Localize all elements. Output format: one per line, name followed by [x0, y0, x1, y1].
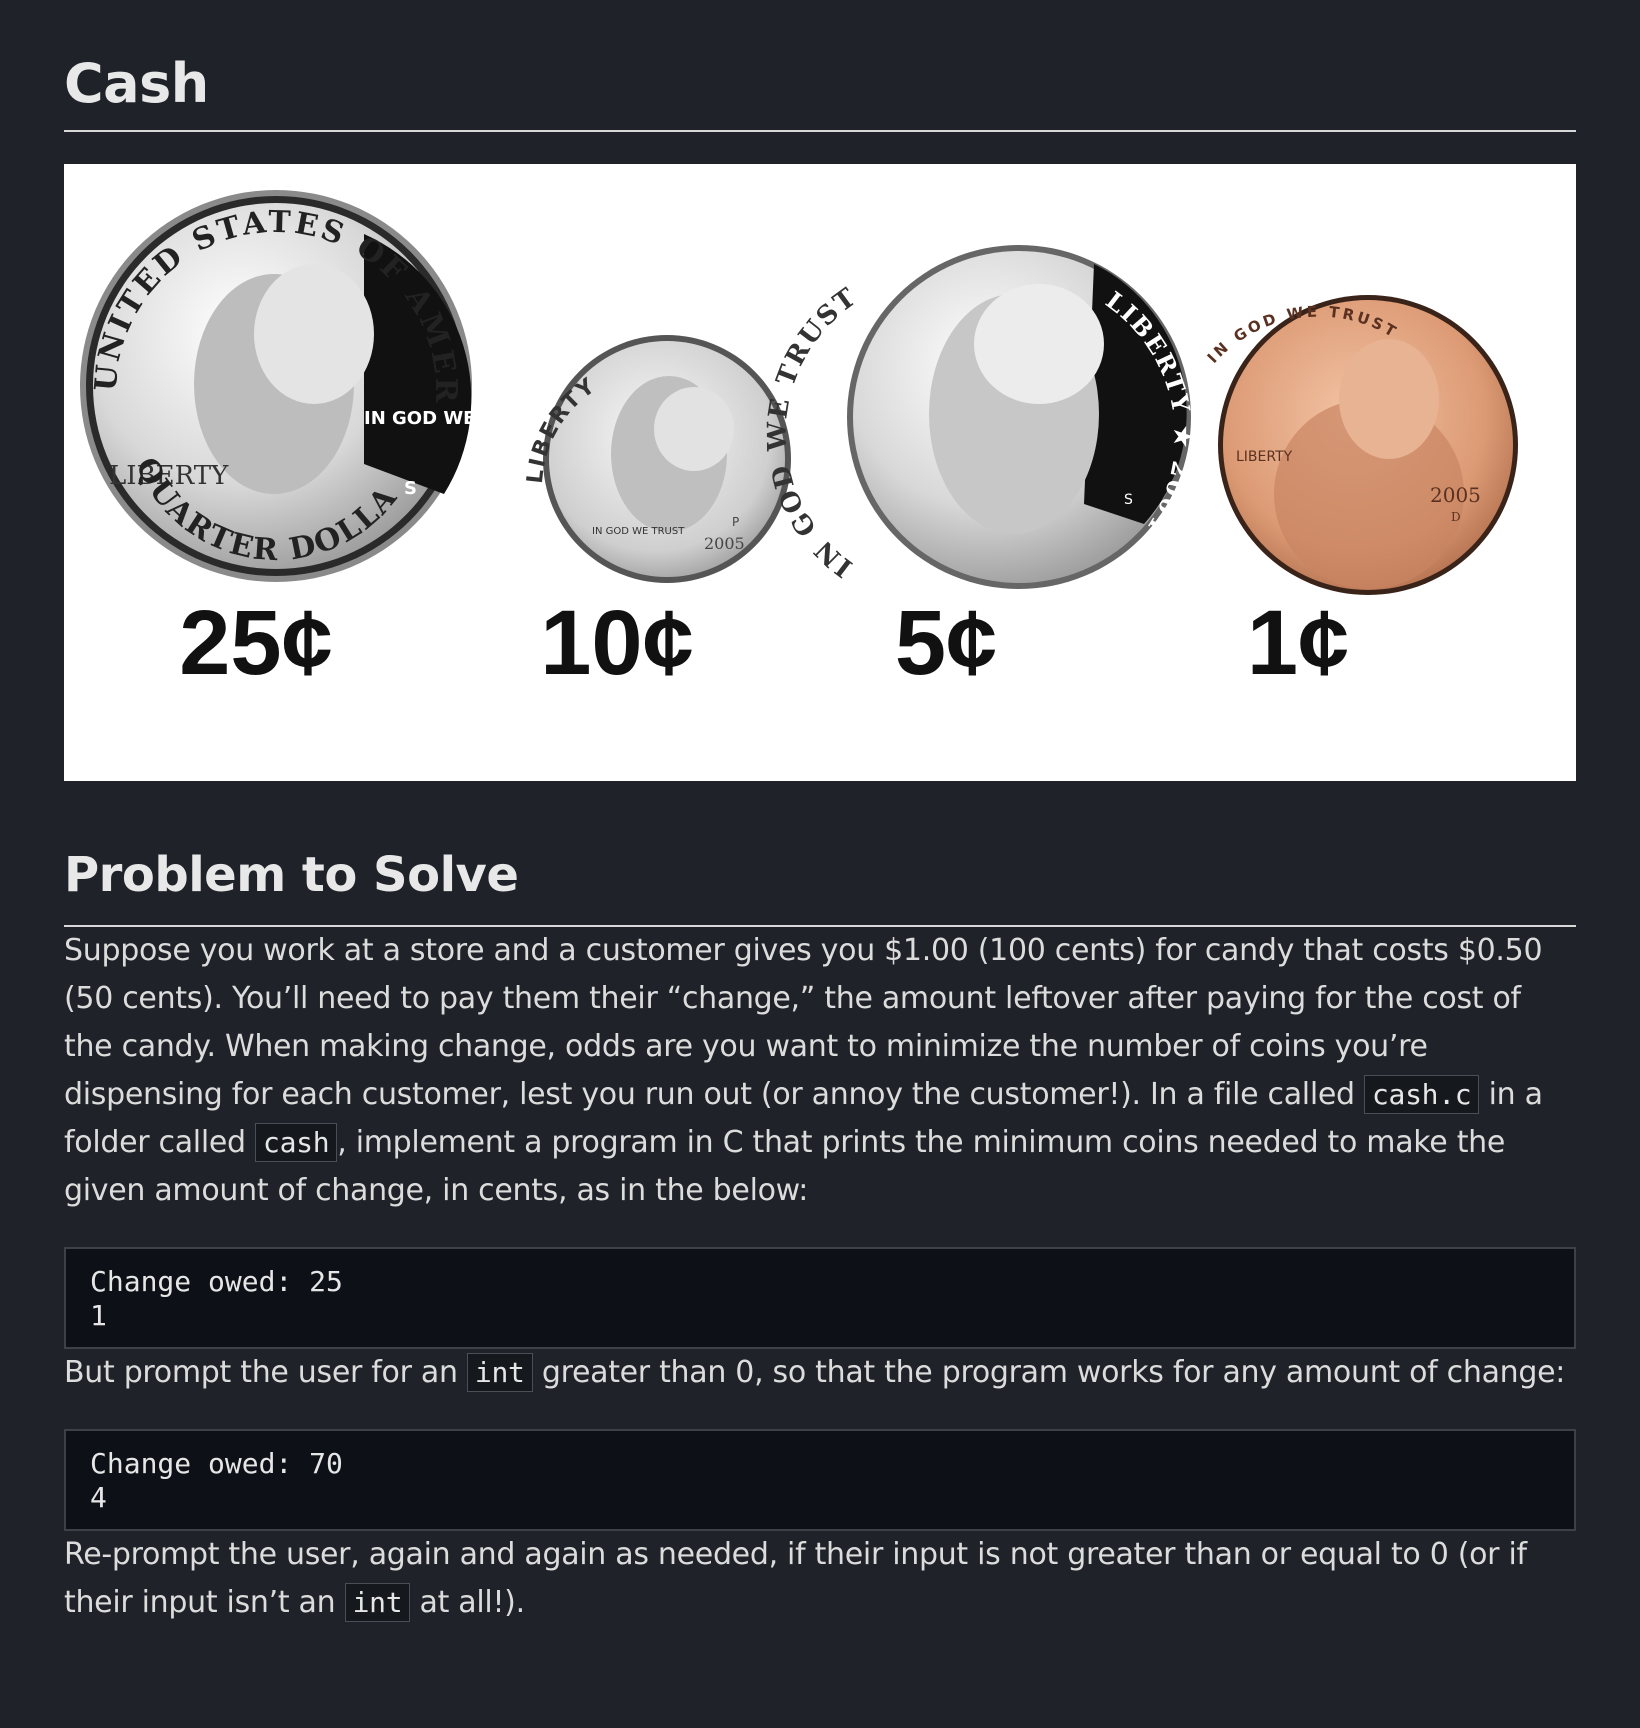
- inline-code-folder: cash: [255, 1123, 338, 1162]
- penny-liberty: LIBERTY: [1236, 449, 1293, 465]
- quarter-coin: UNITED STATES OF AMERICA LIBERTY IN GOD …: [64, 164, 548, 582]
- example-output-2: Change owed: 70 4: [64, 1429, 1576, 1531]
- section-title: Problem to Solve: [64, 847, 519, 903]
- page-container: Cash UNITED STATES OF AMER LIBERTY IN GO…: [0, 0, 1640, 1627]
- paragraph-text: Re-prompt the user, again and again as n…: [64, 1537, 1527, 1620]
- example-line: Change owed: 70: [90, 1447, 343, 1480]
- example-output-1: Change owed: 25 1: [64, 1247, 1576, 1349]
- paragraph-text: at all!).: [410, 1585, 526, 1620]
- coins-illustration: UNITED STATES OF AMERICA LIBERTY IN GOD …: [64, 164, 1518, 694]
- reprompt-paragraph: Re-prompt the user, again and again as n…: [64, 1531, 1576, 1627]
- paragraph-text: Suppose you work at a store and a custom…: [64, 933, 1543, 1112]
- quarter-motto: IN GOD WE TRUST: [364, 408, 548, 429]
- dime-year: 2005: [704, 534, 745, 553]
- quarter-mint: S: [404, 478, 417, 499]
- penny-year: 2005: [1430, 483, 1481, 507]
- title-divider: [64, 130, 1576, 132]
- penny-coin: IN GOD WE TRUST LIBERTY 2005 D: [1204, 295, 1518, 595]
- quarter-label: 25¢: [179, 592, 333, 694]
- page-title: Cash: [64, 52, 209, 115]
- dime-coin: LIBERTY IN GOD WE TRUST 2005 P: [523, 335, 791, 583]
- inline-code-int: int: [344, 1583, 411, 1622]
- nickel-mint: S: [1124, 492, 1133, 508]
- coins-image: UNITED STATES OF AMERICA LIBERTY IN GOD …: [64, 164, 1576, 781]
- example-line: Change owed: 25: [90, 1265, 343, 1298]
- paragraph-text: But prompt the user for an: [64, 1355, 467, 1390]
- dime-motto: IN GOD WE TRUST: [592, 526, 685, 537]
- prompt-paragraph: But prompt the user for an int greater t…: [64, 1349, 1576, 1397]
- inline-code-int: int: [466, 1353, 533, 1392]
- dime-label: 10¢: [540, 592, 694, 694]
- penny-mint: D: [1451, 510, 1461, 524]
- inline-code-filename: cash.c: [1364, 1075, 1480, 1114]
- problem-paragraph: Suppose you work at a store and a custom…: [64, 927, 1576, 1215]
- paragraph-text: greater than 0, so that the program work…: [532, 1355, 1566, 1390]
- nickel-label: 5¢: [895, 592, 997, 694]
- nickel-coin: IN GOD WE TRUST LIBERTY ★ 2004 S: [763, 245, 1196, 589]
- example-line: 4: [90, 1481, 107, 1514]
- dime-mint: P: [732, 515, 739, 529]
- example-line: 1: [90, 1299, 107, 1332]
- penny-label: 1¢: [1247, 592, 1349, 694]
